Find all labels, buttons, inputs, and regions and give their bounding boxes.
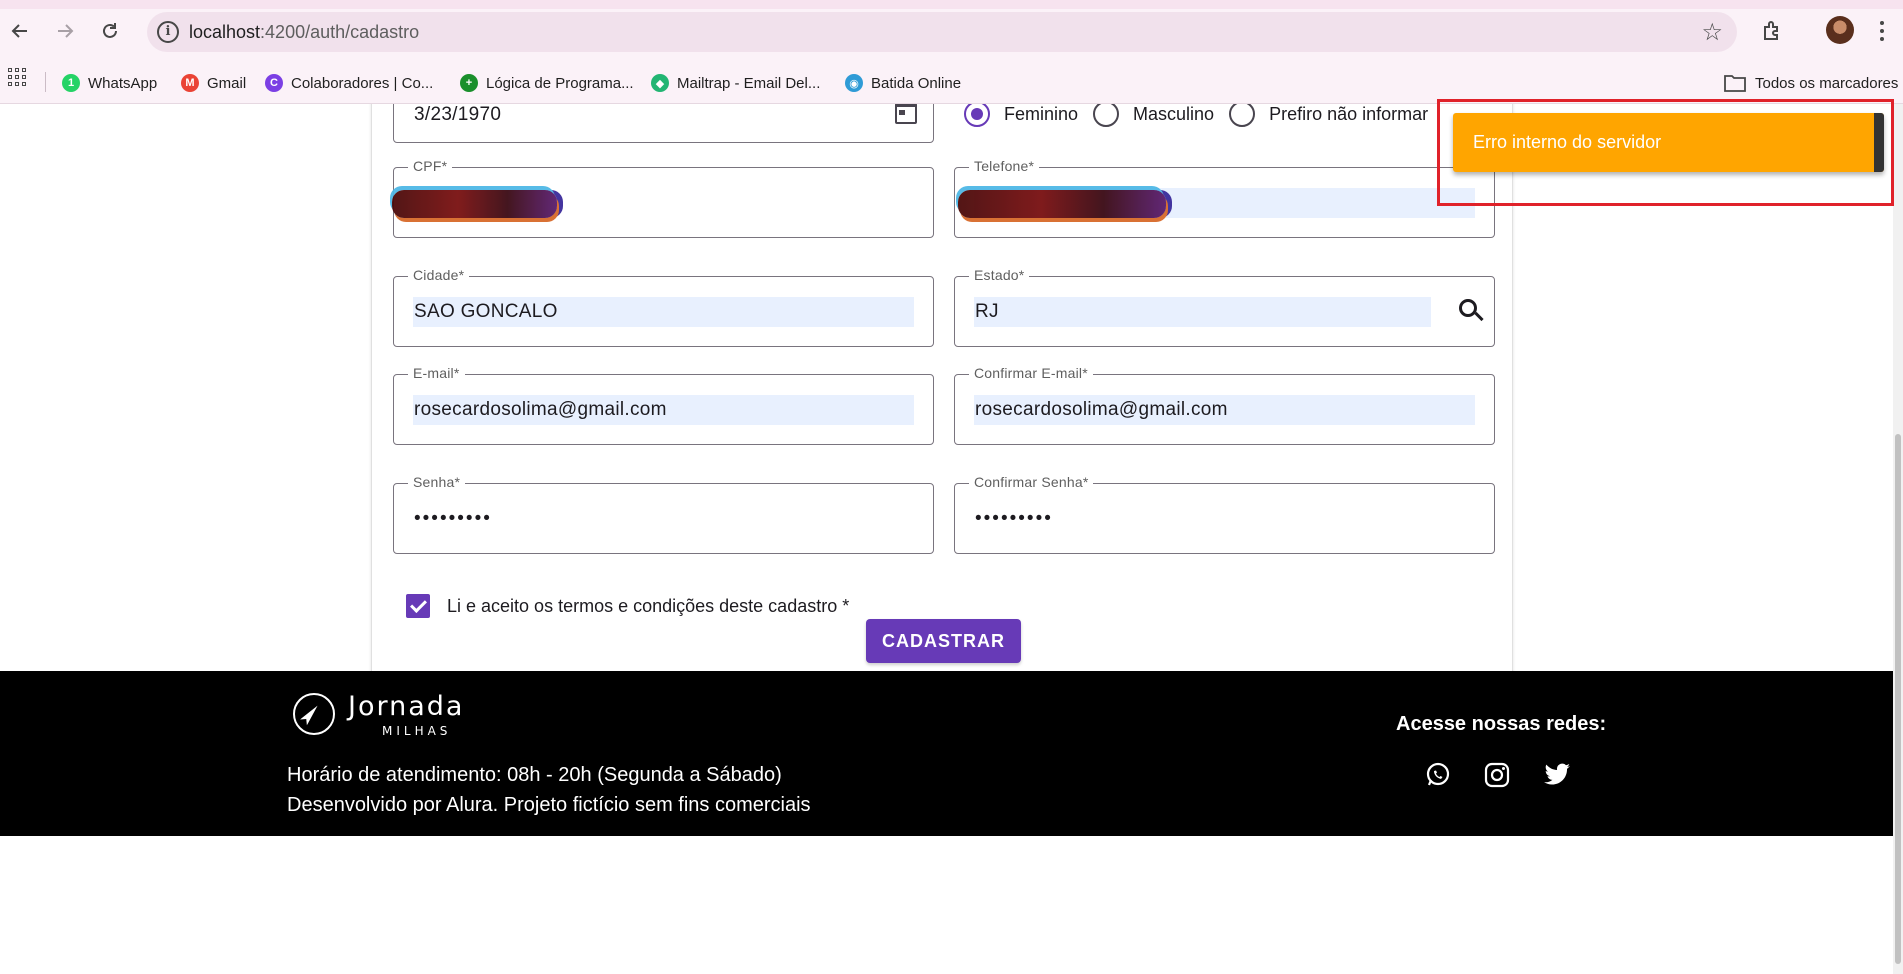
confirm-email-label: Confirmar E-mail* bbox=[969, 365, 1093, 381]
cadastrar-button[interactable]: CADASTRAR bbox=[866, 619, 1021, 663]
instagram-icon[interactable] bbox=[1483, 761, 1511, 789]
radio-button[interactable] bbox=[1093, 104, 1120, 127]
footer-hours: Horário de atendimento: 08h - 20h (Segun… bbox=[287, 764, 782, 786]
whatsapp-icon[interactable] bbox=[1424, 761, 1452, 789]
whatsapp-icon: 1 bbox=[62, 74, 80, 92]
site-footer: Jornada MILHAS Horário de atendimento: 0… bbox=[0, 671, 1893, 836]
radio-button[interactable] bbox=[1229, 104, 1256, 127]
email-label: E-mail* bbox=[408, 365, 465, 381]
url-text[interactable]: localhost:4200/auth/cadastro bbox=[189, 22, 419, 43]
senha-value[interactable]: ••••••••• bbox=[413, 504, 914, 534]
confirm-senha-label: Confirmar Senha* bbox=[969, 474, 1094, 490]
bookmark-label: Colaboradores | Co... bbox=[291, 74, 434, 92]
profile-avatar[interactable] bbox=[1826, 16, 1854, 44]
back-button[interactable] bbox=[2, 13, 38, 49]
terms-label[interactable]: Li e aceito os termos e condições deste … bbox=[447, 596, 849, 617]
calendar-icon[interactable] bbox=[895, 104, 917, 124]
cidade-field[interactable]: Cidade* SAO GONCALO bbox=[393, 267, 934, 347]
bookmark-item[interactable]: 1 WhatsApp bbox=[62, 71, 157, 95]
bookmark-item[interactable]: M Gmail bbox=[181, 71, 246, 95]
estado-label: Estado* bbox=[969, 267, 1030, 283]
batida-icon: ◉ bbox=[845, 74, 863, 92]
compass-logo-icon bbox=[293, 693, 335, 735]
brand-subtitle: MILHAS bbox=[382, 724, 452, 738]
gender-option-label[interactable]: Masculino bbox=[1133, 104, 1214, 125]
confirm-senha-field[interactable]: Confirmar Senha* ••••••••• bbox=[954, 474, 1495, 554]
gmail-icon: M bbox=[181, 74, 199, 92]
email-field[interactable]: E-mail* rosecardosolima@gmail.com bbox=[393, 365, 934, 445]
address-bar[interactable]: i localhost:4200/auth/cadastro ☆ bbox=[147, 12, 1737, 52]
redaction-scribble bbox=[392, 190, 557, 218]
footer-credits: Desenvolvido por Alura. Projeto fictício… bbox=[287, 794, 811, 816]
bookmark-item[interactable]: ◉ Batida Online bbox=[845, 71, 961, 95]
apps-grid-icon[interactable] bbox=[8, 68, 26, 86]
reload-icon bbox=[103, 23, 117, 38]
page-viewport: 3/23/1970 Feminino Masculino Prefiro não i… bbox=[0, 104, 1903, 974]
folder-icon bbox=[1724, 75, 1746, 92]
bookmarks-divider bbox=[45, 72, 46, 92]
birth-date-value[interactable]: 3/23/1970 bbox=[413, 104, 914, 130]
social-title: Acesse nossas redes: bbox=[1396, 713, 1607, 735]
browser-menu-icon[interactable] bbox=[1872, 16, 1892, 46]
bookmark-label: Mailtrap - Email Del... bbox=[677, 74, 821, 92]
extensions-icon[interactable] bbox=[1755, 14, 1789, 48]
telefone-field[interactable]: Telefone* bbox=[954, 158, 1495, 238]
radio-button[interactable] bbox=[964, 104, 990, 127]
gender-option-label[interactable]: Prefiro não informar bbox=[1269, 104, 1428, 125]
bookmark-item[interactable]: + Lógica de Programa... bbox=[460, 71, 634, 95]
all-bookmarks-label: Todos os marcadores bbox=[1755, 74, 1899, 92]
scrollbar-thumb[interactable] bbox=[1895, 434, 1901, 964]
gender-option[interactable]: Prefiro não informar bbox=[1229, 104, 1428, 127]
brand-name: Jornada bbox=[348, 691, 465, 722]
confirm-email-field[interactable]: Confirmar E-mail* rosecardosolima@gmail.… bbox=[954, 365, 1495, 445]
confirm-email-value[interactable]: rosecardosolima@gmail.com bbox=[974, 395, 1475, 425]
browser-toolbar: i localhost:4200/auth/cadastro ☆ bbox=[0, 0, 1903, 62]
arrow-right-icon bbox=[58, 24, 74, 38]
birth-date-field[interactable]: 3/23/1970 bbox=[393, 104, 934, 143]
bookmark-label: WhatsApp bbox=[88, 74, 158, 92]
estado-value[interactable]: RJ bbox=[974, 297, 1431, 327]
senha-label: Senha* bbox=[408, 474, 466, 490]
cpf-label: CPF* bbox=[408, 158, 453, 174]
snackbar-edge bbox=[1874, 113, 1884, 172]
error-snackbar: Erro interno do servidor bbox=[1453, 113, 1884, 172]
plus-circle-icon: + bbox=[460, 74, 478, 92]
estado-field[interactable]: Estado* RJ bbox=[954, 267, 1495, 347]
gender-option[interactable]: Feminino bbox=[964, 104, 1078, 127]
gender-radio-group: Feminino Masculino Prefiro não informar bbox=[964, 104, 1443, 146]
senha-field[interactable]: Senha* ••••••••• bbox=[393, 474, 934, 554]
terms-row: Li e aceito os termos e condições deste … bbox=[406, 594, 849, 618]
reload-button[interactable] bbox=[92, 13, 128, 49]
site-info-icon[interactable]: i bbox=[157, 21, 179, 43]
confirm-senha-value[interactable]: ••••••••• bbox=[974, 504, 1475, 534]
email-value[interactable]: rosecardosolima@gmail.com bbox=[413, 395, 914, 425]
cidade-label: Cidade* bbox=[408, 267, 470, 283]
twitter-icon[interactable] bbox=[1543, 761, 1571, 789]
all-bookmarks-button[interactable]: Todos os marcadores bbox=[1724, 71, 1898, 95]
gender-option-label[interactable]: Feminino bbox=[1004, 104, 1078, 125]
signup-card: 3/23/1970 Feminino Masculino Prefiro não i… bbox=[371, 104, 1513, 755]
page-scrollbar[interactable] bbox=[1893, 104, 1903, 974]
bookmark-label: Batida Online bbox=[871, 74, 962, 92]
arrow-left-icon bbox=[11, 24, 27, 38]
bookmark-label: Lógica de Programa... bbox=[486, 74, 634, 92]
search-icon[interactable] bbox=[1459, 299, 1477, 317]
cidade-value[interactable]: SAO GONCALO bbox=[413, 297, 914, 327]
gender-option[interactable]: Masculino bbox=[1093, 104, 1214, 127]
redaction-scribble bbox=[958, 190, 1166, 218]
bookmark-star-icon[interactable]: ☆ bbox=[1701, 18, 1723, 47]
bookmark-item[interactable]: C Colaboradores | Co... bbox=[265, 71, 433, 95]
cpf-field[interactable]: CPF* bbox=[392, 158, 934, 238]
terms-checkbox[interactable] bbox=[406, 594, 430, 618]
bookmark-label: Gmail bbox=[207, 74, 247, 92]
tab-strip bbox=[0, 0, 1903, 9]
bookmark-item[interactable]: ◆ Mailtrap - Email Del... bbox=[651, 71, 820, 95]
snackbar-message: Erro interno do servidor bbox=[1473, 132, 1662, 152]
forward-button[interactable] bbox=[47, 13, 83, 49]
telefone-label: Telefone* bbox=[969, 158, 1040, 174]
mailtrap-icon: ◆ bbox=[651, 74, 669, 92]
colaboradores-icon: C bbox=[265, 74, 283, 92]
